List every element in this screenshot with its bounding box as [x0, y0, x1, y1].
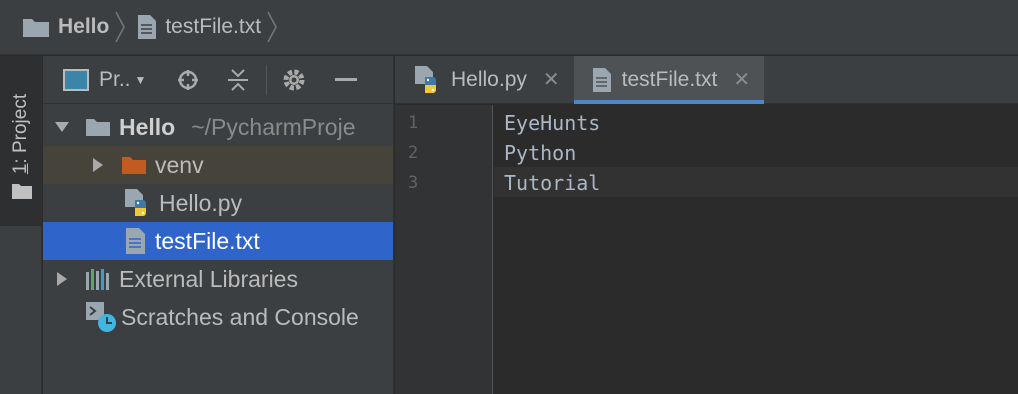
project-tool-button[interactable]: 1: Project: [0, 56, 42, 226]
tree-item-label: testFile.txt: [155, 227, 260, 254]
scratches-icon: [85, 301, 117, 333]
folder-icon: [12, 184, 32, 199]
tree-item-external-libraries[interactable]: External Libraries: [43, 260, 393, 298]
tree-item-label: Hello.py: [159, 189, 243, 216]
tree-item-label: External Libraries: [119, 265, 298, 292]
chevron-right-icon: [115, 11, 126, 43]
code-line[interactable]: EyeHunts: [504, 111, 600, 135]
tab-label: testFile.txt: [621, 67, 718, 91]
tree-item-testfile[interactable]: testFile.txt: [43, 222, 393, 260]
text-editor[interactable]: EyeHunts Python Tutorial: [494, 105, 1018, 394]
locate-icon[interactable]: [176, 68, 200, 92]
collapsed-arrow-icon[interactable]: [89, 157, 107, 173]
line-number: 3: [408, 173, 419, 193]
folder-orange-icon: [121, 155, 147, 175]
tab-testfile-txt[interactable]: testFile.txt ✕: [573, 56, 765, 104]
text-file-icon: [125, 227, 147, 255]
project-tool-label: 1: Project: [10, 93, 31, 175]
code-line[interactable]: Tutorial: [504, 171, 600, 195]
line-number: 2: [408, 143, 419, 163]
tree-item-scratches[interactable]: Scratches and Console: [43, 298, 393, 336]
expanded-arrow-icon[interactable]: [53, 121, 71, 133]
chevron-right-icon: [267, 11, 277, 43]
folder-icon: [85, 117, 111, 137]
breadcrumb-project[interactable]: Hello: [22, 15, 109, 39]
toolbar-divider: [266, 64, 268, 95]
minimize-icon[interactable]: [335, 77, 358, 83]
breadcrumb-file[interactable]: testFile.txt: [137, 14, 261, 40]
tree-item-label: Scratches and Console: [121, 303, 359, 330]
project-panel-header: Pr.. ▼: [43, 56, 393, 104]
code-line[interactable]: Python: [504, 141, 576, 165]
editor-tabs: Hello.py ✕ testFile.txt ✕: [395, 56, 1018, 104]
tab-label: Hello.py: [451, 67, 527, 91]
text-file-icon: [138, 15, 157, 39]
python-file-icon: [123, 188, 151, 218]
python-file-icon: [415, 65, 436, 93]
navigation-bar: Hello testFile.txt: [0, 0, 1018, 55]
project-view-icon: [63, 68, 89, 91]
left-tool-strip: 1: Project: [0, 56, 42, 394]
text-file-icon: [592, 67, 611, 92]
tree-item-hello[interactable]: Hello ~/PycharmProje: [43, 108, 393, 146]
gear-icon[interactable]: [281, 67, 307, 93]
tree-item-label: venv: [155, 151, 204, 178]
libraries-icon: [85, 267, 111, 291]
chevron-down-icon[interactable]: ▼: [135, 73, 147, 87]
tree-item-path: ~/PycharmProje: [191, 113, 356, 140]
tree-item-label: Hello: [119, 113, 176, 140]
folder-icon: [23, 19, 49, 37]
close-icon[interactable]: ✕: [543, 67, 560, 92]
close-icon[interactable]: ✕: [733, 67, 750, 92]
project-panel: Pr.. ▼ Hello ~/PycharmProje venv Hello.p…: [43, 56, 394, 394]
breadcrumb-file-label: testFile.txt: [165, 15, 262, 38]
collapse-all-icon[interactable]: [226, 67, 250, 93]
editor-gutter: 1 2 3: [395, 105, 493, 394]
tree-item-hello-py[interactable]: Hello.py: [43, 184, 393, 222]
tree-item-venv[interactable]: venv: [43, 146, 393, 184]
tab-hello-py[interactable]: Hello.py ✕: [395, 56, 574, 103]
breadcrumb-project-label: Hello: [58, 15, 110, 38]
collapsed-arrow-icon[interactable]: [53, 271, 71, 287]
project-view-selector[interactable]: Pr..: [99, 68, 131, 92]
line-number: 1: [408, 113, 419, 133]
